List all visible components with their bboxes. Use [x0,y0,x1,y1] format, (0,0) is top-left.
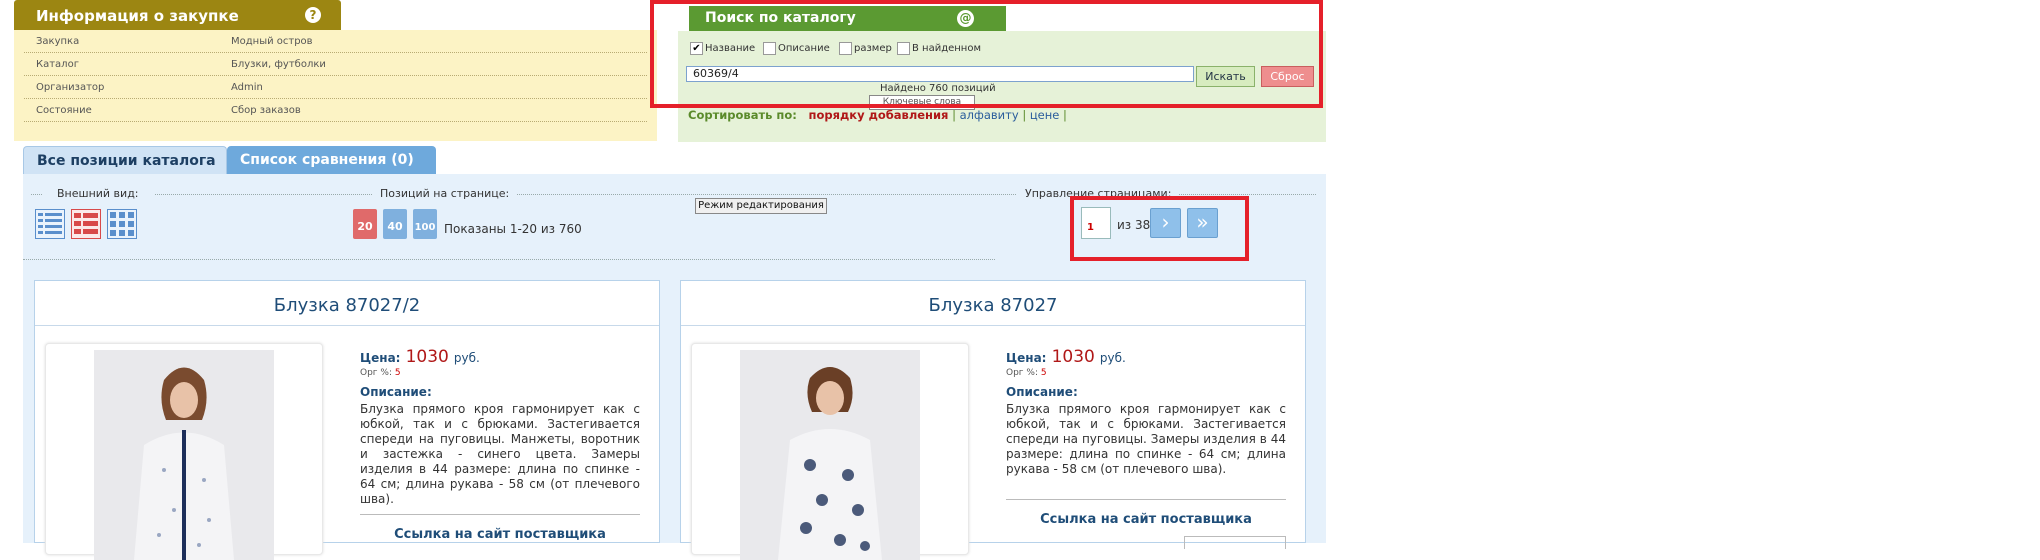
info-row-organizer: Организатор Admin [24,76,647,99]
info-key: Закупка [36,36,80,47]
toolbar-divider-bottom [23,259,995,260]
description-label: Описание: [360,385,432,399]
purchase-info-title: Информация о закупке [36,7,239,25]
info-key: Состояние [36,105,92,116]
supplier-link[interactable]: Ссылка на сайт поставщика [1006,512,1286,527]
description-label: Описание: [1006,385,1078,399]
view-label: Внешний вид: [42,187,154,200]
sort-bar: Сортировать по: порядку добавления | алф… [688,108,1067,122]
description-text: Блузка прямого кроя гармонирует как с юб… [360,402,640,506]
org-label: Орг %: [1006,368,1038,378]
sort-price-link[interactable]: цене [1030,108,1060,122]
info-value: Admin [231,82,263,93]
price-label: Цена: [1006,351,1047,365]
table-view-icon[interactable] [71,209,101,239]
info-row-catalog: Каталог Блузки, футболки [24,53,647,76]
info-value: Модный остров [231,36,313,47]
supplier-link[interactable]: Ссылка на сайт поставщика [360,527,640,542]
per-page-label: Позиций на странице: [372,187,518,200]
edit-mode-button[interactable]: Режим редактирования [695,198,827,214]
sort-alphabet-link[interactable]: алфавиту [960,108,1019,122]
highlight-frame-search [650,0,1323,108]
product-card: Блузка 87027/2 Цена: 1030 руб. Орг %: 5 … [34,280,660,560]
sort-label: Сортировать по: [688,108,797,122]
product-title[interactable]: Блузка 87027/2 [35,295,659,316]
info-key: Организатор [36,82,105,93]
sort-separator: | [952,108,960,122]
purchase-info-panel: Закупка Модный остров Каталог Блузки, фу… [14,30,657,141]
org-percent: Орг %: 5 [360,368,401,378]
org-value: 5 [1040,368,1047,378]
info-row-purchase: Закупка Модный остров [24,30,647,53]
tab-all-items[interactable]: Все позиции каталога [23,146,227,174]
description-divider [1006,499,1286,500]
tab-compare-list[interactable]: Список сравнения (0) [227,146,436,174]
product-image[interactable] [691,343,969,560]
per-page-100-button[interactable]: 100 [413,209,437,239]
org-value: 5 [394,368,401,378]
shown-range: Показаны 1-20 из 760 [444,222,582,236]
info-row-status: Состояние Сбор заказов [24,99,647,122]
price-row: Цена: 1030 руб. [360,347,480,367]
sort-current[interactable]: порядку добавления [809,108,949,122]
info-value: Блузки, футболки [231,59,326,70]
description-divider [360,514,640,515]
card-divider [681,325,1305,326]
price-currency: руб. [1099,351,1126,365]
list-view-icon[interactable] [35,209,65,239]
price-value: 1030 [405,347,449,367]
description-text: Блузка прямого кроя гармонирует как с юб… [1006,402,1286,476]
price-label: Цена: [360,351,401,365]
info-value: Сбор заказов [231,105,301,116]
per-page-20-button[interactable]: 20 [353,209,377,239]
price-value: 1030 [1051,347,1095,367]
help-icon[interactable]: ? [305,7,321,23]
org-percent: Орг %: 5 [1006,368,1047,378]
purchase-info-header: Информация о закупке ? [14,0,341,30]
sort-separator: | [1063,108,1067,122]
info-key: Каталог [36,59,79,70]
product-image[interactable] [45,343,323,560]
sort-separator: | [1022,108,1030,122]
org-label: Орг %: [360,368,392,378]
grid-view-icon[interactable] [107,209,137,239]
price-currency: руб. [453,351,480,365]
price-row: Цена: 1030 руб. [1006,347,1126,367]
product-card: Блузка 87027 Цена: 1030 руб. Орг %: 5 Оп… [680,280,1306,560]
card-divider [35,325,659,326]
product-title[interactable]: Блузка 87027 [681,295,1305,316]
highlight-frame-paging [1070,196,1249,261]
per-page-40-button[interactable]: 40 [383,209,407,239]
